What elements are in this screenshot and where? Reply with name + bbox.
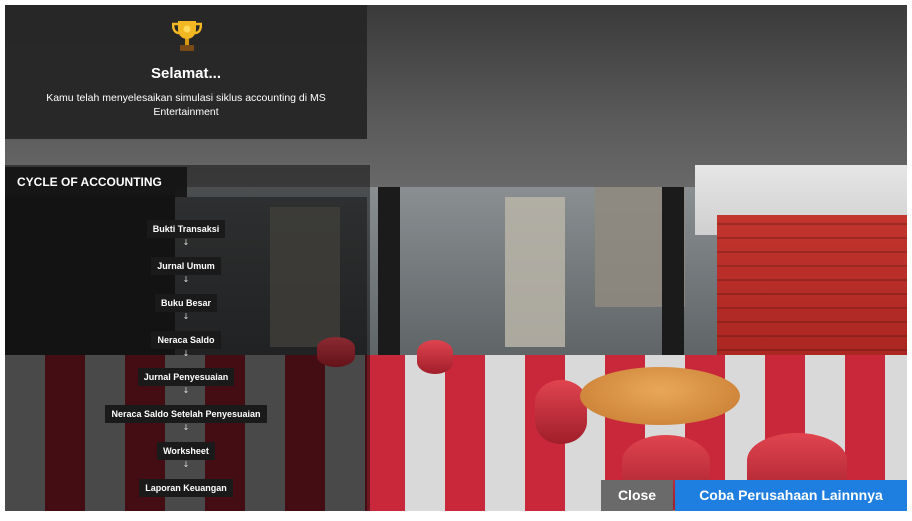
congrats-title: Selamat... — [150, 65, 222, 82]
cycle-step: Jurnal Penyesuaian — [5, 365, 367, 386]
stool — [535, 380, 587, 444]
cycle-step: Worksheet — [5, 439, 367, 460]
congrats-panel: Selamat... Kamu telah menyelesaikan simu… — [5, 5, 367, 139]
building-mid — [505, 197, 565, 347]
cycle-step: Bukti Transaksi — [5, 217, 367, 238]
cycle-step: Neraca Saldo — [5, 328, 367, 349]
try-other-company-button[interactable]: Coba Perusahaan Lainnnya — [675, 480, 907, 511]
game-scene: Selamat... Kamu telah menyelesaikan simu… — [5, 5, 907, 511]
cycle-title: CYCLE OF ACCOUNTING — [5, 167, 187, 197]
cycle-step: Neraca Saldo Setelah Penyesuaian — [5, 402, 367, 423]
stool — [417, 340, 453, 374]
close-button[interactable]: Close — [601, 480, 673, 511]
arrow-down-icon: ↓ — [182, 349, 190, 358]
round-table — [580, 367, 740, 425]
window-pillar — [378, 187, 400, 357]
cycle-step: Jurnal Umum — [5, 254, 367, 275]
window-pillar — [662, 187, 684, 357]
cycle-step: Buku Besar — [5, 291, 367, 312]
arrow-down-icon: ↓ — [182, 312, 190, 321]
trophy-icon — [171, 19, 203, 53]
arrow-down-icon: ↓ — [182, 386, 190, 395]
arrow-down-icon: ↓ — [182, 238, 190, 247]
arrow-down-icon: ↓ — [182, 460, 190, 469]
arrow-down-icon: ↓ — [182, 275, 190, 284]
cycle-step: Laporan Keuangan — [5, 476, 367, 497]
arrow-down-icon: ↓ — [182, 423, 190, 432]
congrats-message: Kamu telah menyelesaikan simulasi siklus… — [46, 92, 326, 118]
